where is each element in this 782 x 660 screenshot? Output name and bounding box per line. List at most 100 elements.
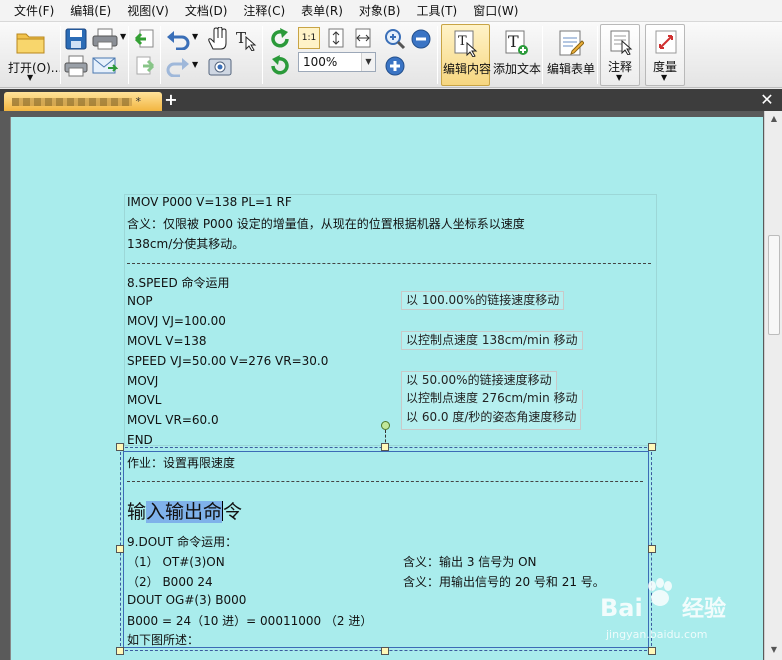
- code-line[interactable]: SPEED VJ=50.00 V=276 VR=30.0: [127, 354, 328, 368]
- code-line[interactable]: （1） OT#(3)ON: [127, 553, 225, 570]
- chevron-down-icon: ▼: [361, 53, 375, 71]
- svg-text:经验: 经验: [682, 596, 726, 622]
- section-title[interactable]: 9.DOUT 命令运用：: [127, 533, 237, 550]
- fit-page-icon[interactable]: [325, 27, 347, 49]
- menu-tools[interactable]: 工具(T): [408, 1, 465, 21]
- zoom-plus-icon[interactable]: [384, 55, 406, 77]
- code-line[interactable]: MOVL VR=60.0: [127, 413, 219, 427]
- select-text-icon[interactable]: T: [234, 27, 258, 51]
- menu-object[interactable]: 对象(B): [351, 1, 409, 21]
- rotate-ccw-icon[interactable]: [268, 54, 292, 78]
- code-note[interactable]: 含义：输出 3 信号为 ON: [403, 553, 537, 570]
- zoom-in-icon[interactable]: [384, 28, 406, 50]
- toolbar: 打开(O)... ▼ ▼ ▼ ▼ T 1:1 100% ▼ T 编辑内容 T 添…: [0, 22, 782, 88]
- selected-text: 入输出命: [146, 501, 223, 523]
- code-line[interactable]: MOVL V=138: [127, 334, 206, 348]
- scroll-down-icon[interactable]: ▼: [768, 645, 780, 657]
- code-line[interactable]: NOP: [127, 294, 153, 308]
- doc-line[interactable]: 如下图所述：: [127, 631, 199, 648]
- email-icon[interactable]: [92, 56, 118, 76]
- doc-line[interactable]: IMOV P000 V=138 PL=1 RF: [127, 195, 292, 209]
- edit-text-icon: T: [454, 30, 478, 57]
- menu-file[interactable]: 文件(F): [6, 1, 62, 21]
- menu-edit[interactable]: 编辑(E): [62, 1, 119, 21]
- add-text-button[interactable]: T 添加文本: [491, 24, 541, 86]
- code-line[interactable]: B000 = 24（10 进）= 00011000 （2 进）: [127, 612, 372, 629]
- open-button[interactable]: 打开(O)... ▼: [2, 24, 62, 86]
- form-icon: [559, 30, 584, 56]
- actual-size-icon[interactable]: 1:1: [298, 27, 320, 49]
- page-back-icon[interactable]: [134, 28, 156, 50]
- speed-note[interactable]: 以控制点速度 276cm/min 移动: [401, 390, 583, 409]
- resize-handle-sw[interactable]: [116, 647, 124, 655]
- undo-icon[interactable]: [166, 28, 190, 50]
- svg-text:Bai: Bai: [600, 594, 643, 622]
- section-heading[interactable]: 输入输出命令: [127, 497, 242, 524]
- separator: [597, 26, 598, 84]
- chevron-down-icon[interactable]: ▼: [192, 60, 198, 69]
- edit-content-label: 编辑内容: [443, 62, 492, 76]
- heading-post: 令: [223, 501, 243, 523]
- add-text-icon: T: [505, 30, 528, 55]
- code-line[interactable]: END: [127, 433, 153, 447]
- zoom-select[interactable]: 100% ▼: [298, 52, 376, 72]
- document-tab-title: [12, 98, 132, 106]
- menu-comment[interactable]: 注释(C): [235, 1, 293, 21]
- rotate-cw-icon[interactable]: [268, 27, 292, 51]
- redo-icon[interactable]: [166, 55, 190, 77]
- code-line[interactable]: （2） B000 24: [127, 573, 213, 590]
- print-icon[interactable]: [92, 28, 118, 50]
- edit-form-button[interactable]: 编辑表单: [545, 24, 595, 86]
- resize-handle-ne[interactable]: [648, 443, 656, 451]
- fit-width-icon[interactable]: [352, 27, 374, 49]
- separator: [437, 26, 438, 84]
- homework-line[interactable]: 作业：设置再限速度: [127, 454, 235, 471]
- code-line[interactable]: MOVJ: [127, 374, 158, 388]
- speed-note[interactable]: 以控制点速度 138cm/min 移动: [401, 331, 583, 350]
- rotate-handle[interactable]: [381, 421, 390, 430]
- close-icon[interactable]: ✕: [760, 92, 774, 108]
- snapshot-icon[interactable]: [207, 55, 233, 77]
- speed-note[interactable]: 以 100.00%的链接速度移动: [401, 291, 565, 310]
- scroll-up-icon[interactable]: ▲: [768, 114, 780, 126]
- resize-handle-s[interactable]: [381, 647, 389, 655]
- chevron-down-icon: ▼: [661, 73, 668, 82]
- doc-line[interactable]: 含义：仅限被 P000 设定的增量值，从现在的位置根据机器人坐标系以速度: [127, 215, 525, 232]
- edit-form-label: 编辑表单: [547, 62, 596, 76]
- measure-button[interactable]: 度量 ▼: [645, 24, 685, 86]
- hand-icon[interactable]: [207, 27, 229, 51]
- code-note[interactable]: 含义：用输出信号的 20 号和 21 号。: [403, 573, 605, 590]
- menu-view[interactable]: 视图(V): [119, 1, 177, 21]
- doc-line[interactable]: 138cm/分使其移动。: [127, 235, 244, 252]
- code-line[interactable]: DOUT OG#(3) B000: [127, 593, 246, 607]
- edit-content-button[interactable]: T 编辑内容: [441, 24, 492, 86]
- speed-note[interactable]: 以 60.0 度/秒的姿态角速度移动: [401, 409, 582, 430]
- zoom-out-icon[interactable]: [410, 28, 432, 50]
- menu-form[interactable]: 表单(R): [293, 1, 351, 21]
- section-title[interactable]: 8.SPEED 命令运用: [127, 274, 230, 291]
- speed-note[interactable]: 以 50.00%的链接速度移动: [401, 371, 557, 390]
- resize-handle-nw[interactable]: [116, 443, 124, 451]
- chevron-down-icon[interactable]: ▼: [120, 32, 126, 41]
- resize-handle-se[interactable]: [648, 647, 656, 655]
- chevron-down-icon[interactable]: ▼: [192, 32, 198, 41]
- vertical-scrollbar[interactable]: ▲ ▼: [764, 111, 782, 660]
- menu-document[interactable]: 文档(D): [177, 1, 236, 21]
- new-tab-icon[interactable]: +: [164, 92, 178, 108]
- resize-handle-e[interactable]: [648, 545, 656, 553]
- separator: [160, 26, 161, 84]
- annotate-button[interactable]: 注释 ▼: [600, 24, 640, 86]
- chevron-down-icon: ▼: [27, 73, 34, 82]
- code-line[interactable]: MOVL: [127, 393, 161, 407]
- chevron-down-icon: ▼: [616, 73, 623, 82]
- printer-icon[interactable]: [64, 55, 88, 77]
- watermark-logo: Bai 经验 jingyan.baidu.com: [600, 578, 726, 641]
- resize-handle-n[interactable]: [381, 443, 389, 451]
- resize-handle-w[interactable]: [116, 545, 124, 553]
- document-tab[interactable]: *: [4, 92, 162, 111]
- page-forward-icon[interactable]: [134, 55, 156, 77]
- scroll-thumb[interactable]: [768, 235, 780, 335]
- save-icon[interactable]: [64, 28, 88, 50]
- code-line[interactable]: MOVJ VJ=100.00: [127, 314, 226, 328]
- menu-window[interactable]: 窗口(W): [465, 1, 526, 21]
